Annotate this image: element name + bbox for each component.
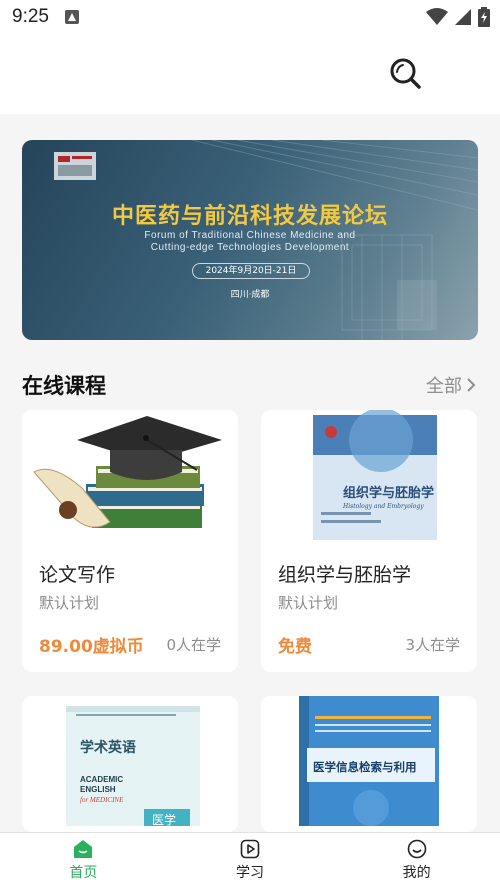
course-card[interactable]: 组织学与胚胎学 Histology and Embryology 组织学与胚胎学… (261, 410, 477, 672)
forum-banner[interactable]: 中医药与前沿科技发展论坛 Forum of Traditional Chines… (22, 140, 478, 340)
graduation-cap-image (22, 410, 238, 540)
tab-study-label: 学习 (236, 865, 264, 881)
cover-title-cn: 医学信息检索与利用 (313, 760, 417, 774)
cover-en-line1: ACADEMIC (80, 775, 123, 784)
course-card[interactable]: 学术英语 ACADEMIC ENGLISH for MEDICINE 医学 (22, 696, 238, 832)
view-all-link[interactable]: 全部 (426, 372, 476, 398)
banner-location: 四川·成都 (230, 290, 270, 300)
view-all-label: 全部 (426, 376, 462, 397)
banner-date: 2024年9月20日-21日 (192, 263, 310, 279)
course-title: 组织学与胚胎学 (278, 564, 412, 586)
tab-study[interactable]: 学习 (167, 833, 334, 888)
top-bar (0, 36, 500, 114)
cover-en-line2: ENGLISH (80, 785, 116, 794)
tab-profile[interactable]: 我的 (333, 833, 500, 888)
battery-icon (478, 7, 490, 27)
cover-title-cn: 学术英语 (80, 739, 136, 756)
course-plan: 默认计划 (278, 594, 339, 612)
cover-tag: 医学 (152, 812, 176, 826)
course-plan: 默认计划 (39, 594, 100, 612)
cover-title-en: Histology and Embryology (342, 503, 424, 510)
cover-en-line3: for MEDICINE (80, 796, 124, 804)
cover-title-cn: 组织学与胚胎学 (343, 485, 434, 501)
banner-subtitle-line1: Forum of Traditional Chinese Medicine an… (144, 230, 356, 241)
book-cover-image: 医学信息检索与利用 (261, 696, 477, 826)
course-learners: 3人在学 (405, 636, 460, 654)
tab-home-label: 首页 (69, 865, 98, 881)
course-card[interactable]: 论文写作 默认计划 89.00虚拟币 0人在学 (22, 410, 238, 672)
course-thumbnail (22, 410, 238, 540)
book-cover-image: 组织学与胚胎学 Histology and Embryology (261, 410, 477, 540)
home-icon (74, 840, 93, 858)
section-title: 在线课程 (22, 374, 106, 398)
course-card[interactable]: 医学信息检索与利用 (261, 696, 477, 832)
search-icon[interactable] (388, 56, 422, 90)
banner-subtitle-line2: Cutting-edge Technologies Development (150, 242, 350, 253)
forum-logo (54, 152, 96, 180)
course-thumbnail: 医学信息检索与利用 (261, 696, 477, 826)
course-learners: 0人在学 (166, 636, 221, 654)
book-cover-image: 学术英语 ACADEMIC ENGLISH for MEDICINE 医学 (22, 696, 238, 826)
course-title: 论文写作 (39, 564, 116, 586)
notification-icon (65, 10, 79, 24)
course-thumbnail: 学术英语 ACADEMIC ENGLISH for MEDICINE 医学 (22, 696, 238, 826)
play-icon (240, 839, 260, 859)
course-thumbnail: 组织学与胚胎学 Histology and Embryology (261, 410, 477, 540)
wifi-icon (426, 8, 448, 25)
tab-profile-label: 我的 (402, 865, 431, 881)
profile-icon (407, 839, 426, 859)
chevron-right-icon (467, 378, 476, 392)
course-price: 89.00虚拟币 (39, 637, 144, 657)
system-icons (426, 6, 490, 28)
status-bar: 9:25 (0, 0, 500, 36)
course-price: 免费 (278, 637, 312, 657)
status-time: 9:25 (12, 6, 49, 27)
tab-home[interactable]: 首页 (0, 833, 167, 888)
banner-title: 中医药与前沿科技发展论坛 (111, 203, 388, 228)
signal-icon (455, 9, 471, 25)
bottom-tab-bar: 首页 学习 我的 (0, 832, 500, 888)
